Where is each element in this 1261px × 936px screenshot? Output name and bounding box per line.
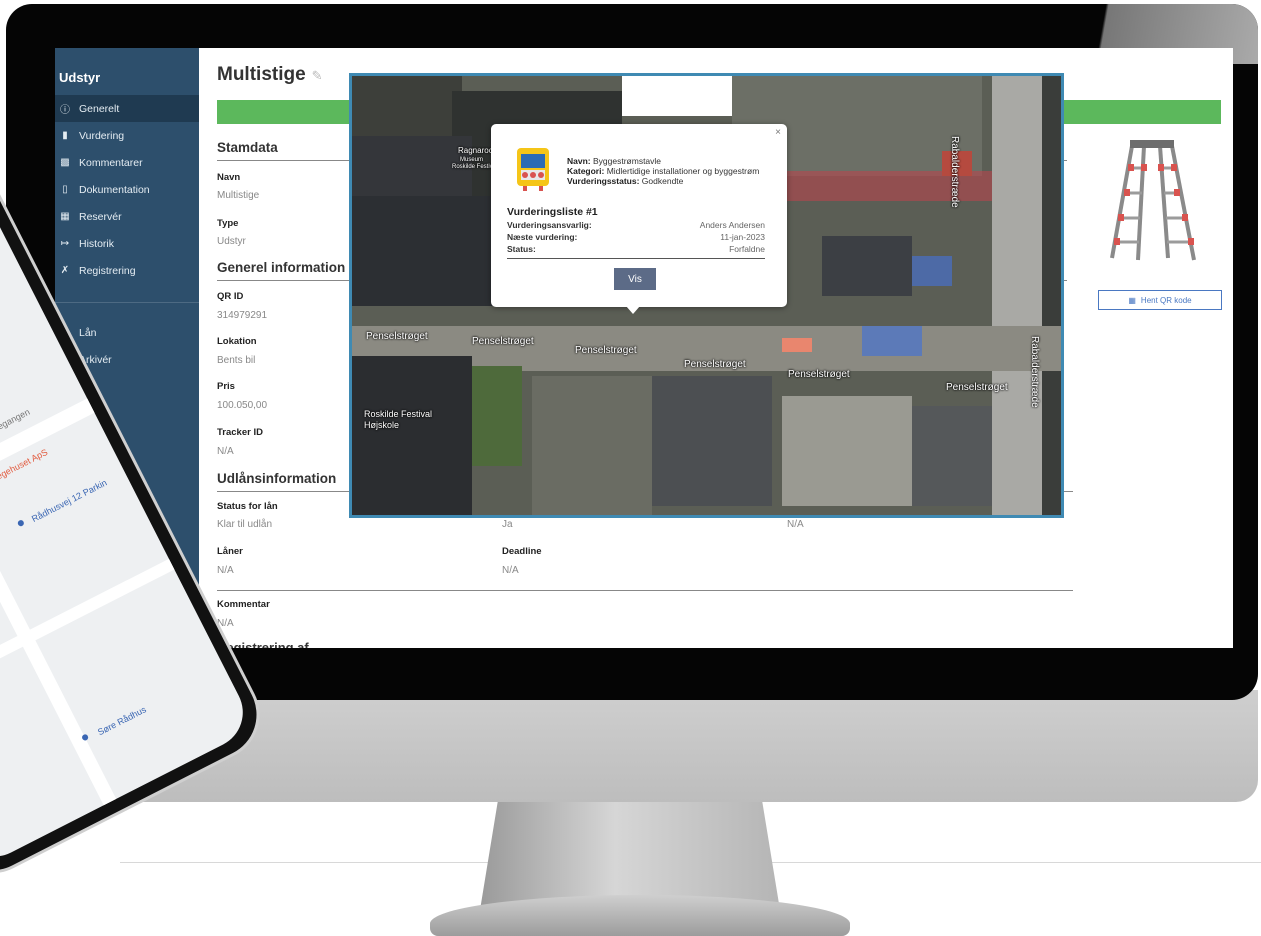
street-label: Penselstrøget [788, 369, 850, 380]
document-icon: ▯ [62, 184, 68, 195]
popup-row: Status: Forfaldne [507, 244, 765, 254]
field-value-col3: N/A [787, 519, 804, 530]
map-road [0, 549, 193, 711]
field-label-lokation: Lokation [217, 336, 257, 347]
field-label-status-for-laan: Status for lån [217, 501, 278, 512]
popup-divider [507, 258, 765, 259]
popup-row: Vurderingsansvarlig: Anders Andersen [507, 220, 765, 230]
sidebar-item-vurdering[interactable]: ▮ Vurdering [55, 122, 199, 149]
popup-kategori-label: Kategori: [567, 166, 605, 176]
sidebar-item-label: Dokumentation [79, 183, 150, 196]
monitor-stand-neck [480, 800, 780, 910]
mockup-stage: Udstyr ⓘ Generelt ▮ Vurdering ▩ Kommenta… [0, 0, 1261, 936]
map-popup: × Navn: Byggestrømstavle Kategori: Midle… [491, 124, 787, 307]
sidebar-item-registrering[interactable]: ✗ Registrering [55, 257, 199, 284]
sidebar-item-label: Vurdering [79, 129, 125, 142]
popup-navn-value: Byggestrømstavle [593, 156, 662, 166]
field-label-navn: Navn [217, 172, 241, 183]
street-label: Rabalderstræde [1029, 336, 1040, 408]
street-label: Rabalderstræde [949, 136, 960, 208]
ladder-image [1110, 140, 1196, 261]
popup-info: Navn: Byggestrømstavle Kategori: Midlert… [567, 156, 759, 186]
section-udlaansinformation: Udlånsinformation [217, 471, 337, 486]
qr-code-button-label: Hent QR kode [1140, 295, 1192, 305]
field-value-deadline: N/A [502, 565, 519, 576]
sidebar-item-label: Lån [79, 326, 97, 339]
field-value-tracker-id: N/A [217, 446, 234, 457]
sidebar-divider [55, 302, 199, 303]
info-icon: ⓘ [60, 105, 70, 116]
sidebar-item-label: Reservér [79, 210, 122, 223]
street-label: Penselstrøget [684, 359, 746, 370]
sidebar-item-label: Generelt [79, 102, 120, 115]
field-value-qr-id: 314979291 [217, 310, 268, 321]
popup-row-value: Anders Andersen [699, 220, 765, 230]
popup-row-key: Status: [507, 244, 536, 254]
field-value-navn: Multistige [217, 190, 260, 201]
field-label-pris: Pris [217, 381, 235, 392]
power-board-icon [517, 148, 549, 191]
section-registrering-partial: Registrering af ... [217, 640, 324, 648]
poi-label: Museum [460, 157, 484, 163]
sidebar-item-reserver[interactable]: ▦ Reservér [55, 203, 199, 230]
map-view[interactable]: Penselstrøget Penselstrøget Penselstrøge… [349, 73, 1064, 518]
field-label-type: Type [217, 218, 239, 229]
field-value-lokation: Bents bil [217, 355, 256, 366]
edit-pencil-icon[interactable]: ✎ [312, 68, 323, 83]
comment-icon: ▩ [60, 157, 70, 168]
map-label: Rådhusvej 12 Parkin [29, 477, 109, 525]
poi-label: Højskole [364, 420, 400, 430]
sidebar-item-generelt[interactable]: ⓘ Generelt [55, 95, 199, 122]
popup-status-label: Vurderingsstatus: [567, 176, 640, 186]
popup-tail [626, 306, 640, 314]
map-pin-icon[interactable]: ● [13, 513, 28, 531]
popup-status-value: Godkendte [641, 176, 684, 186]
vis-button[interactable]: Vis [614, 268, 656, 290]
street-label: Penselstrøget [472, 336, 534, 347]
sidebar-item-dokumentation[interactable]: ▯ Dokumentation [55, 176, 199, 203]
section-divider [217, 590, 1073, 591]
street-label: Penselstrøget [575, 345, 637, 356]
sidebar-item-historik[interactable]: ↦ Historik [55, 230, 199, 257]
field-value-laaner: N/A [217, 565, 234, 576]
clipboard-icon: ▮ [62, 130, 68, 141]
street-label: Penselstrøget [366, 331, 428, 342]
popup-row-key: Næste vurdering: [507, 232, 578, 242]
calendar-icon: ▦ [60, 211, 70, 222]
poi-label: Roskilde Festival [364, 409, 433, 419]
street-label: Penselstrøget [946, 382, 1008, 393]
field-label-kommentar: Kommentar [217, 599, 270, 610]
close-icon[interactable]: × [775, 127, 781, 138]
section-general-information: Generel information [217, 260, 346, 275]
sidebar-item-label: Registrering [79, 264, 136, 277]
popup-row: Næste vurdering: 11-jan-2023 [507, 232, 765, 242]
popup-row-value: Forfaldne [729, 244, 765, 254]
sidebar-item-label: Kommentarer [79, 156, 143, 169]
tools-icon: ✗ [60, 265, 70, 276]
history-icon: ↦ [60, 238, 70, 249]
sidebar-item-laan[interactable]: ✦ Lån [55, 319, 199, 346]
field-label-qr-id: QR ID [217, 291, 244, 302]
qr-code-button[interactable]: ▦ Hent QR kode [1098, 290, 1222, 310]
popup-navn-label: Navn: [567, 156, 591, 166]
section-stamdata: Stamdata [217, 140, 278, 155]
qr-code-icon: ▦ [1128, 295, 1136, 305]
sidebar-item-label: Historik [79, 237, 115, 250]
field-value-pris: 100.050,00 [217, 400, 268, 411]
map-label: Søre Rådhus [95, 704, 148, 738]
field-label-laaner: Låner [217, 546, 243, 557]
field-label-tracker-id: Tracker ID [217, 427, 263, 438]
field-label-deadline: Deadline [502, 546, 542, 557]
field-value-status-for-laan: Klar til udlån [217, 519, 273, 530]
page-title-text: Multistige [217, 64, 306, 85]
popup-kategori-value: Midlertidige installationer og byggestrø… [606, 166, 760, 176]
page-title: Multistige ✎ [217, 64, 323, 86]
popup-row-value: 11-jan-2023 [720, 232, 765, 242]
field-value-col2: Ja [502, 519, 513, 530]
popup-row-key: Vurderingsansvarlig: [507, 220, 592, 230]
sidebar-title: Udstyr [59, 70, 101, 85]
field-value-type: Udstyr [217, 236, 246, 247]
popup-list-title: Vurderingsliste #1 [507, 206, 598, 218]
sidebar-item-kommentarer[interactable]: ▩ Kommentarer [55, 149, 199, 176]
